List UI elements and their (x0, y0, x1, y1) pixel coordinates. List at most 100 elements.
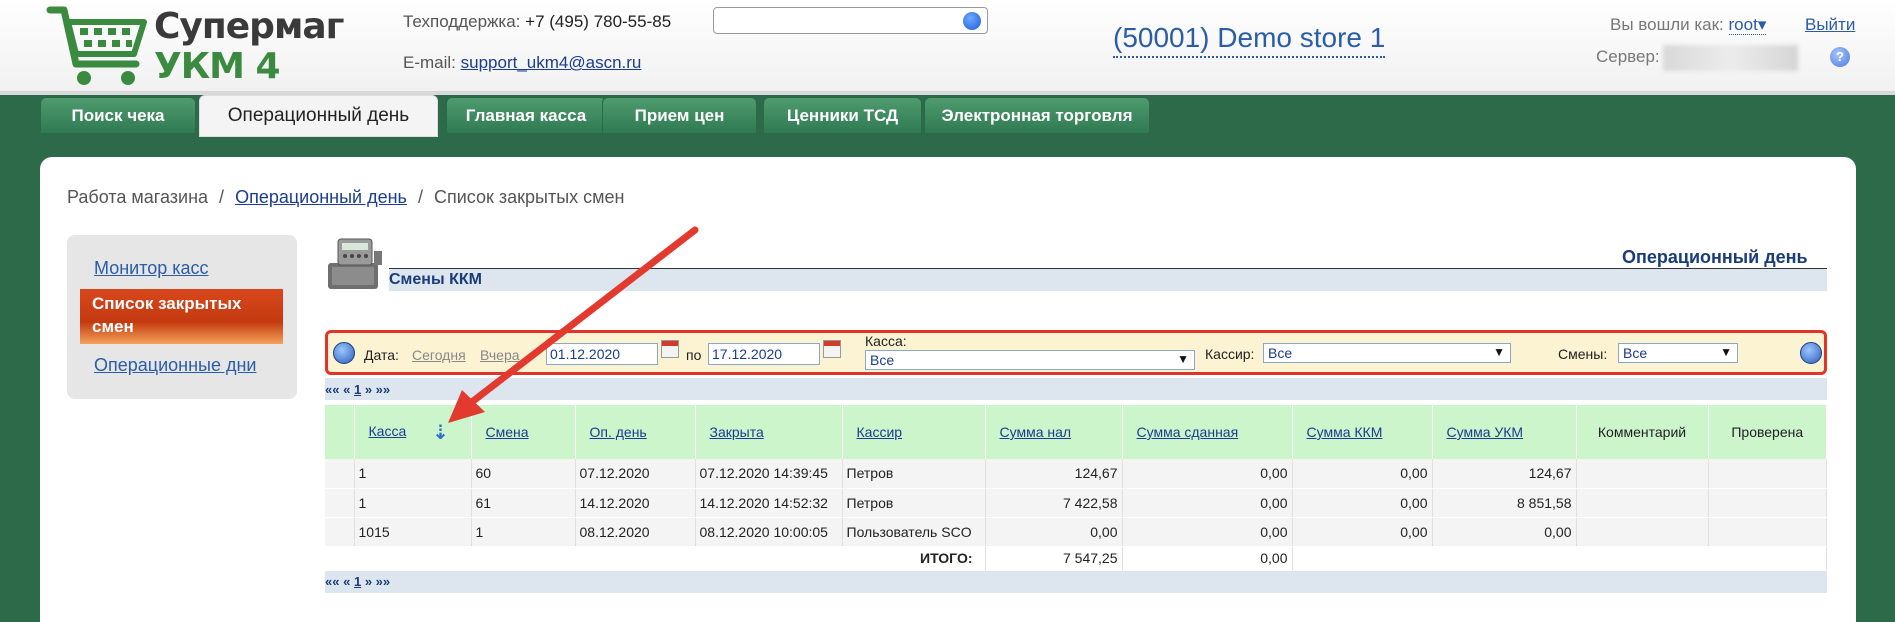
tab-price-receipt[interactable]: Прием цен (602, 97, 757, 134)
cell-comment (1576, 517, 1709, 547)
column-ukm-sum-label: Сумма УКМ (1446, 424, 1524, 440)
pager-next[interactable]: » (365, 382, 372, 397)
column-header-closed[interactable]: Закрыта (695, 405, 843, 459)
tab-receipt-search[interactable]: Поиск чека (40, 97, 196, 134)
tab-price-tags-tsd[interactable]: Ценники ТСД (763, 97, 922, 134)
cell-op-day: 07.12.2020 (575, 459, 696, 489)
column-header-kkm-sum[interactable]: Сумма ККМ (1292, 405, 1433, 459)
sidebar-item-operational-days[interactable]: Операционные дни (94, 355, 256, 376)
pager-strip-top (325, 378, 1827, 400)
breadcrumb-separator: / (417, 187, 423, 207)
pager-last[interactable]: »» (376, 382, 390, 397)
column-handed-sum-label: Сумма сданная (1136, 424, 1239, 440)
pager-page[interactable]: 1 (354, 574, 361, 589)
kassa-label: Касса: (865, 333, 907, 349)
support-email: E-mail: support_ukm4@ascn.ru (403, 53, 641, 73)
tab-main-cash[interactable]: Главная касса (446, 97, 606, 134)
help-icon[interactable]: ? (1830, 47, 1850, 67)
search-input[interactable] (713, 7, 988, 34)
pager-next[interactable]: » (365, 574, 372, 589)
column-header-kassa[interactable]: Касса ⇣ (354, 405, 472, 459)
cell-shift: 61 (471, 488, 576, 518)
cell-checked (1708, 488, 1827, 518)
pager-prev[interactable]: « (343, 574, 350, 589)
breadcrumb-current: Список закрытых смен (434, 187, 625, 207)
cell-checked (1708, 459, 1827, 489)
cell-ukm-sum: 124,67 (1432, 459, 1577, 489)
cash-register-icon (328, 238, 382, 289)
cell-closed: 08.12.2020 10:00:05 (695, 517, 843, 547)
tab-e-commerce[interactable]: Электронная торговля (924, 97, 1150, 134)
total-label: ИТОГО: (325, 546, 986, 571)
email-link[interactable]: support_ukm4@ascn.ru (461, 53, 642, 72)
row-select-cell (325, 488, 355, 518)
cell-cashier: Пользователь SCO (842, 517, 986, 547)
breadcrumb-root: Работа магазина (67, 187, 209, 207)
refresh-icon[interactable] (1800, 342, 1822, 364)
pager-first[interactable]: «« (325, 382, 339, 397)
sidebar-item-closed-shifts[interactable]: Список закрытых смен (80, 289, 283, 344)
pager-page[interactable]: 1 (354, 382, 361, 397)
yesterday-link[interactable]: Вчера (480, 347, 520, 363)
total-handed-sum: 0,00 (1122, 546, 1293, 571)
today-link[interactable]: Сегодня (412, 347, 466, 363)
column-closed-label: Закрыта (709, 424, 764, 440)
column-header-op-day[interactable]: Оп. день (575, 405, 696, 459)
column-cash-sum-label: Сумма нал (999, 424, 1072, 440)
date-from-input[interactable]: 01.12.2020 (546, 343, 658, 365)
shifts-select[interactable]: Все ▼ (1618, 343, 1738, 363)
cell-shift: 1 (471, 517, 576, 547)
globe-icon[interactable] (333, 342, 355, 364)
user-name: root (1728, 15, 1758, 34)
store-selector[interactable]: (50001) Demo store 1 (1113, 22, 1386, 58)
shifts-label: Смены: (1558, 346, 1608, 362)
date-to-input[interactable]: 17.12.2020 (708, 343, 820, 365)
pager-strip-bottom (325, 571, 1827, 593)
calendar-icon[interactable] (661, 340, 679, 358)
total-empty-cell (1292, 546, 1827, 571)
cell-ukm-sum: 8 851,58 (1432, 488, 1577, 518)
cell-comment (1576, 488, 1709, 518)
column-kassa-label: Касса (368, 422, 407, 439)
logo[interactable]: Супермаг УКМ 4 (46, 2, 344, 88)
pager-prev[interactable]: « (343, 382, 350, 397)
cashier-select-value: Все (1268, 345, 1293, 361)
table-row[interactable]: 1 61 14.12.2020 14.12.2020 14:52:32 Петр… (325, 488, 1827, 518)
pager-last[interactable]: »» (376, 574, 390, 589)
pager-bottom: «« « 1 » »» (325, 574, 390, 589)
column-cashier-label: Кассир (856, 424, 903, 440)
cell-cashier: Петров (842, 488, 986, 518)
sort-ascending-icon[interactable]: ⇣ (432, 422, 449, 444)
column-header-comment: Комментарий (1576, 405, 1709, 459)
column-header-shift[interactable]: Смена (471, 405, 576, 459)
cell-kassa: 1 (354, 459, 472, 489)
search-icon[interactable] (963, 12, 981, 30)
calendar-icon[interactable] (823, 340, 841, 358)
cashier-select[interactable]: Все ▼ (1263, 343, 1511, 363)
kassa-select[interactable]: Все ▼ (865, 350, 1195, 370)
shifts-select-value: Все (1623, 345, 1648, 361)
column-header-handed-sum[interactable]: Сумма сданная (1122, 405, 1293, 459)
logout-link[interactable]: Выйти (1805, 15, 1855, 35)
support-phone-number: +7 (495) 780-55-85 (525, 12, 672, 31)
tab-operational-day[interactable]: Операционный день (199, 95, 438, 137)
shopping-cart-icon (46, 6, 147, 85)
cell-kkm-sum: 0,00 (1292, 517, 1433, 547)
cell-ukm-sum: 0,00 (1432, 517, 1577, 547)
cell-kkm-sum: 0,00 (1292, 488, 1433, 518)
cell-kassa: 1 (354, 488, 472, 518)
table-row[interactable]: 1 60 07.12.2020 07.12.2020 14:39:45 Петр… (325, 459, 1827, 489)
column-header-ukm-sum[interactable]: Сумма УКМ (1432, 405, 1577, 459)
date-label: Дата: (364, 347, 399, 363)
sidebar-item-cash-monitor[interactable]: Монитор касс (94, 258, 209, 279)
cell-kkm-sum: 0,00 (1292, 459, 1433, 489)
pager-first[interactable]: «« (325, 574, 339, 589)
table-row[interactable]: 1015 1 08.12.2020 08.12.2020 10:00:05 По… (325, 517, 1827, 547)
column-header-cash-sum[interactable]: Сумма нал (985, 405, 1123, 459)
user-menu[interactable]: root▾ (1728, 15, 1767, 35)
dropdown-arrow-icon: ▼ (1493, 345, 1505, 359)
column-header-cashier[interactable]: Кассир (842, 405, 986, 459)
column-header-select (325, 405, 355, 459)
kassa-select-value: Все (870, 352, 895, 368)
breadcrumb-operational-day[interactable]: Операционный день (235, 187, 407, 207)
